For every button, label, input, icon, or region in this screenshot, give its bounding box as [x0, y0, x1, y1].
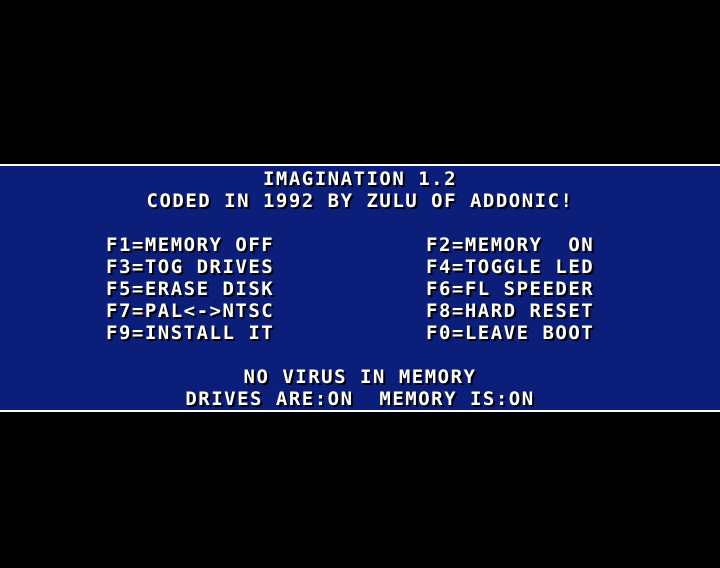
virus-status: NO VIRUS IN MEMORY: [243, 366, 477, 388]
menu-item-f9-install-it[interactable]: F9=INSTALL IT: [106, 322, 274, 344]
menu-item-f3-toggle-drives[interactable]: F3=TOG DRIVES: [106, 256, 274, 278]
bootblock-panel: IMAGINATION 1.2 CODED IN 1992 BY ZULU OF…: [0, 164, 720, 412]
menu-item-f2-memory-on[interactable]: F2=MEMORY ON: [426, 234, 594, 256]
program-title: IMAGINATION 1.2: [262, 168, 458, 190]
menu-item-f6-fl-speeder[interactable]: F6=FL SPEEDER: [426, 278, 594, 300]
boot-screen: IMAGINATION 1.2 CODED IN 1992 BY ZULU OF…: [0, 0, 720, 568]
menu-item-f7-pal-ntsc[interactable]: F7=PAL<->NTSC: [106, 300, 274, 322]
menu-item-f4-toggle-led[interactable]: F4=TOGGLE LED: [426, 256, 594, 278]
menu-item-f5-erase-disk[interactable]: F5=ERASE DISK: [106, 278, 274, 300]
menu-item-f1-memory-off[interactable]: F1=MEMORY OFF: [106, 234, 274, 256]
menu-item-f0-leave-boot[interactable]: F0=LEAVE BOOT: [426, 322, 594, 344]
credit-line: CODED IN 1992 BY ZULU OF ADDONIC!: [146, 190, 574, 212]
drives-memory-status: DRIVES ARE:ON MEMORY IS:ON: [185, 388, 535, 410]
menu-item-f8-hard-reset[interactable]: F8=HARD RESET: [426, 300, 594, 322]
